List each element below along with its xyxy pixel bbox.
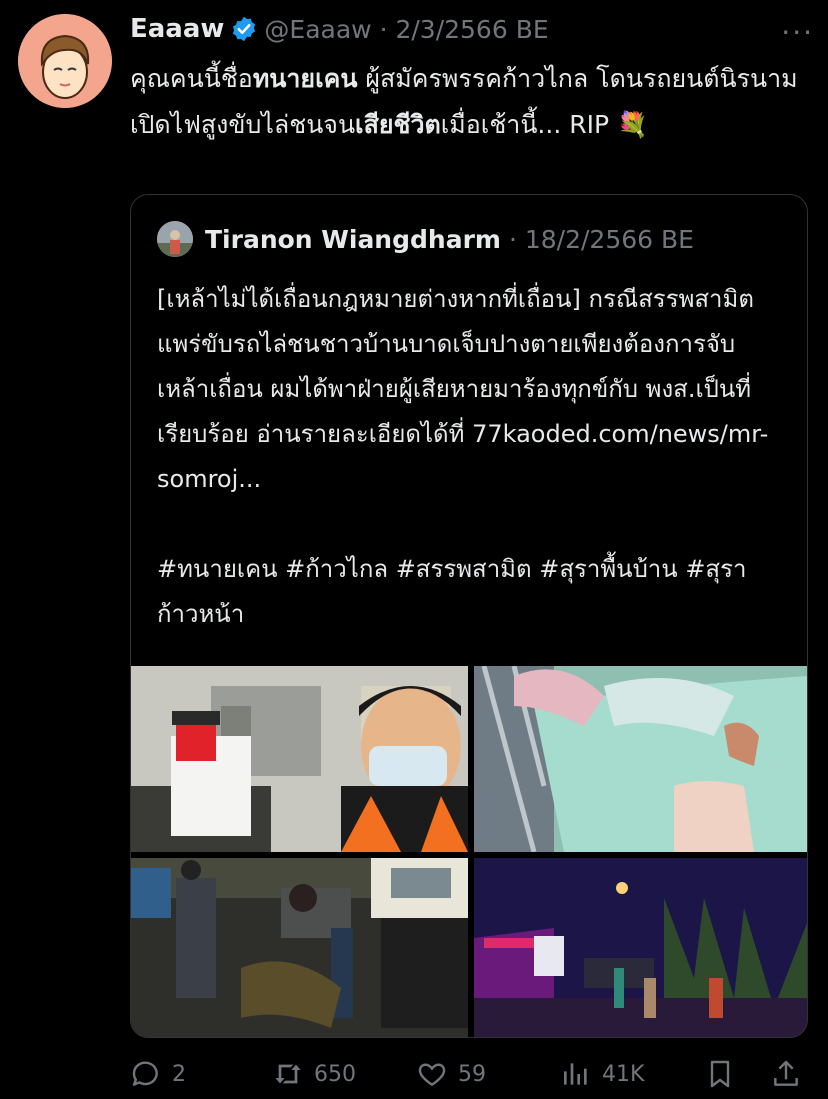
author-handle-and-date[interactable]: @Eaaaw · 2/3/2566 BE [264,15,548,44]
like-icon [418,1063,446,1087]
retweet-icon [275,1064,301,1084]
share-icon [774,1060,798,1086]
tweet-text-part: คุณคนนี้ชื่อ [130,64,253,93]
verified-badge-icon [230,15,258,43]
bookmark-button[interactable] [704,1058,736,1090]
share-button[interactable] [770,1058,802,1090]
more-options-icon[interactable]: ··· [781,16,814,49]
like-button[interactable]: 59 [416,1058,486,1090]
like-count: 59 [458,1061,486,1087]
tweet-text-bold: เสียชีวิต [355,110,441,139]
media-photo-office[interactable] [131,666,468,852]
views-count: 41K [602,1061,645,1087]
reply-button[interactable]: 2 [130,1058,186,1090]
media-photo-roadside[interactable] [131,858,468,1037]
tweet-text-bold: ทนายเคน [252,64,358,93]
author-avatar[interactable] [18,14,112,108]
reply-icon [132,1061,158,1086]
quoted-tweet[interactable]: Tiranon Wiangdharm · 18/2/2566 BE [เหล้า… [130,194,808,1038]
quoted-tweet-header: Tiranon Wiangdharm · 18/2/2566 BE [157,221,694,257]
retweet-count: 650 [314,1061,356,1087]
media-grid [131,666,807,1037]
bookmark-icon [710,1060,730,1088]
tweet-text: คุณคนนี้ชื่อทนายเคน ผู้สมัครพรรคก้าวไกล … [130,56,800,148]
quoted-tweet-text: [เหล้าไม่ได้เถื่อนกฎหมายต่างหากที่เถื่อน… [157,285,769,628]
reply-count: 2 [172,1061,186,1087]
tweet-header: Eaaaw @Eaaaw · 2/3/2566 BE [130,12,549,46]
quoted-author-name[interactable]: Tiranon Wiangdharm [205,225,501,254]
author-display-name[interactable]: Eaaaw [130,14,224,44]
retweet-button[interactable]: 650 [272,1058,356,1090]
quoted-tweet-date: · 18/2/2566 BE [508,224,694,254]
tweet-text-part: เมื่อเช้านี้... RIP 💐 [440,110,649,139]
views-icon [564,1063,587,1085]
views-button[interactable]: 41K [560,1058,644,1090]
quoted-author-avatar[interactable] [157,221,193,257]
media-photo-night-scene[interactable] [474,858,807,1037]
tweet-action-bar: 2 650 59 41K [130,1052,810,1098]
media-photo-hospital[interactable] [474,666,807,852]
